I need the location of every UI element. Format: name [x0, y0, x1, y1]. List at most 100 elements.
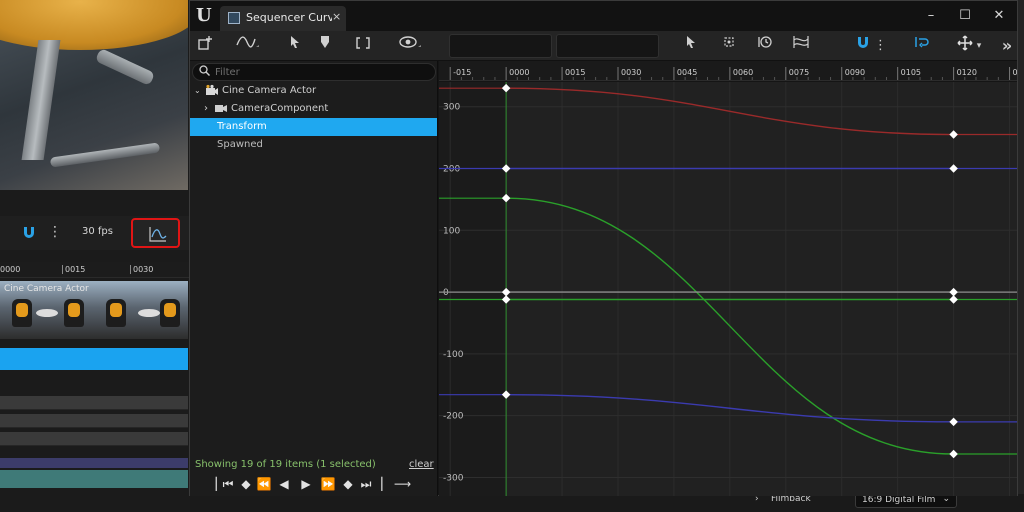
curve-key [949, 295, 958, 304]
ruler-tick-label: 0105 [901, 68, 921, 77]
sequencer-time-ruler[interactable]: 0000 0015 0030 [0, 262, 190, 278]
snap-options-kebab-icon[interactable]: ⋮ [48, 223, 62, 241]
auto-frame-icon[interactable] [912, 35, 934, 57]
window-titlebar[interactable]: U Sequencer Curves × – ☐ ✕ [190, 1, 1017, 31]
filmback-value: 16:9 Digital Film [862, 495, 936, 505]
ruler-tick: 0000 [0, 265, 21, 274]
clear-selection-link[interactable]: clear [409, 459, 434, 470]
viewport-table-top [0, 0, 188, 50]
tree-item-label: Transform [217, 121, 267, 132]
snap-magnet-icon[interactable] [852, 35, 874, 57]
chevron-right-icon[interactable]: › [204, 103, 208, 114]
filter-input[interactable] [215, 65, 415, 79]
snap-magnet-icon[interactable] [22, 225, 38, 241]
curve-key [949, 287, 958, 297]
tree-item-transform[interactable]: Transform [190, 118, 437, 136]
thumbnail-chair [106, 299, 126, 327]
ruler-tick: 0015 [62, 265, 85, 274]
y-tick-label: 200 [443, 165, 460, 175]
curve-editor-icon [228, 12, 240, 24]
ruler-tick-label: 0015 [565, 68, 585, 77]
thumbnail-chair [160, 299, 180, 327]
skip-to-previous-key-icon[interactable]: ⏮ [220, 477, 236, 492]
sequencer-panel: ⋮ 30 fps 0000 0015 0030 Cine Camera Acto… [0, 0, 190, 512]
tree-item-spawned[interactable]: Spawned [190, 136, 437, 154]
track-row[interactable] [0, 414, 188, 428]
frame-selection-icon[interactable] [352, 35, 374, 57]
move-icon[interactable] [954, 35, 976, 57]
play-reverse-icon[interactable]: ◀ [276, 477, 292, 491]
thumbnail-table [36, 309, 58, 317]
loop-mode-icon[interactable]: ⟶ [394, 477, 411, 491]
play-icon[interactable]: ▶ [298, 477, 314, 491]
track-row[interactable] [0, 396, 188, 410]
track-section-bar[interactable] [0, 470, 188, 488]
jump-to-end-icon[interactable]: ▏ [378, 477, 394, 491]
curve-key [949, 417, 958, 427]
items-status-text: Showing 19 of 19 items (1 selected) [195, 459, 376, 470]
snap-options-kebab-icon[interactable]: ⋮ [874, 35, 887, 57]
key-value-field[interactable] [556, 34, 659, 58]
tab-sequencer-curves[interactable]: Sequencer Curves × [220, 6, 346, 31]
frame-rate-selector[interactable]: 30 fps [82, 226, 113, 237]
tangent-tool-icon[interactable] [314, 35, 336, 57]
ruler-ticks-svg: -015 0000 0015 0030 0045 0060 0075 0090 0105 0120… [449, 67, 1017, 80]
ruler-tick-label: 0045 [677, 68, 697, 77]
selected-track-bar[interactable] [0, 348, 188, 370]
jump-to-start-icon[interactable]: ▕ [204, 477, 220, 491]
close-button[interactable]: ✕ [984, 5, 1014, 27]
ruler-tick-label: 0090 [845, 68, 865, 77]
ruler-tick-label: -015 [453, 68, 471, 77]
search-icon [199, 65, 210, 79]
track-row[interactable] [0, 432, 188, 446]
multi-scale-tool-icon[interactable] [790, 35, 812, 57]
unreal-logo-icon: U [196, 5, 212, 26]
y-tick-label: 300 [443, 103, 460, 113]
viewport-chair-frame [94, 47, 156, 87]
tree-item-cine-camera-actor[interactable]: ⌄ Cine Camera Actor [190, 82, 437, 100]
step-forward-icon[interactable]: ⏩ [320, 477, 336, 491]
visibility-options-icon[interactable] [396, 35, 424, 57]
level-viewport[interactable] [0, 0, 188, 190]
graph-time-ruler[interactable]: -015 0000 0015 0030 0045 0060 0075 0090 0105 0120… [439, 61, 1017, 81]
track-section-bar[interactable] [0, 458, 188, 468]
tree-item-label: Cine Camera Actor [222, 85, 317, 96]
maximize-button[interactable]: ☐ [950, 5, 980, 27]
curve-key [949, 130, 958, 139]
retime-tool-icon[interactable] [754, 35, 776, 57]
y-tick-label: 0 [443, 288, 449, 298]
tree-item-camera-component[interactable]: › CameraComponent [190, 100, 437, 118]
ruler-tick: 0030 [130, 265, 153, 274]
curve-key [949, 449, 958, 459]
add-curves-icon[interactable] [194, 35, 216, 57]
curve-key [949, 164, 958, 173]
curve-editor-button[interactable] [131, 218, 180, 248]
skip-to-next-key-icon[interactable]: ⏭ [358, 477, 374, 492]
curve-graph[interactable]: 300 200 100 0 -100 -200 -300 [439, 82, 1017, 496]
select-tool-icon[interactable] [284, 35, 306, 57]
transform-tool-icon[interactable] [718, 35, 740, 57]
ruler-tick-label: 0000 [509, 68, 529, 77]
dropdown-arrow-icon[interactable]: ▾ [974, 35, 984, 57]
viewport-chair-base [49, 142, 161, 168]
ruler-tick-label: 0120 [957, 68, 977, 77]
details-panel-edge [1017, 0, 1024, 512]
step-back-icon[interactable]: ⏪ [256, 477, 272, 491]
y-tick-label: -300 [443, 473, 464, 483]
next-key-icon[interactable]: ◆ [340, 477, 356, 491]
camera-actor-icon [205, 84, 219, 100]
camera-icon [215, 104, 228, 116]
minimize-button[interactable]: – [916, 5, 946, 27]
chevron-down-icon[interactable]: ⌄ [194, 86, 201, 95]
tree-item-label: Spawned [217, 139, 263, 150]
previous-key-icon[interactable]: ◆ [238, 477, 254, 491]
thumbnail-chair [12, 299, 32, 327]
tab-label: Sequencer Curves [246, 11, 332, 24]
curve-view-mode-icon[interactable] [234, 35, 262, 57]
filter-box[interactable] [192, 63, 436, 81]
pointer-tool-icon[interactable] [680, 35, 702, 57]
y-tick-label: 100 [443, 226, 460, 236]
toolbar-overflow-icon[interactable]: » [996, 35, 1018, 57]
tab-close-icon[interactable]: × [332, 10, 341, 23]
key-time-field[interactable] [449, 34, 552, 58]
